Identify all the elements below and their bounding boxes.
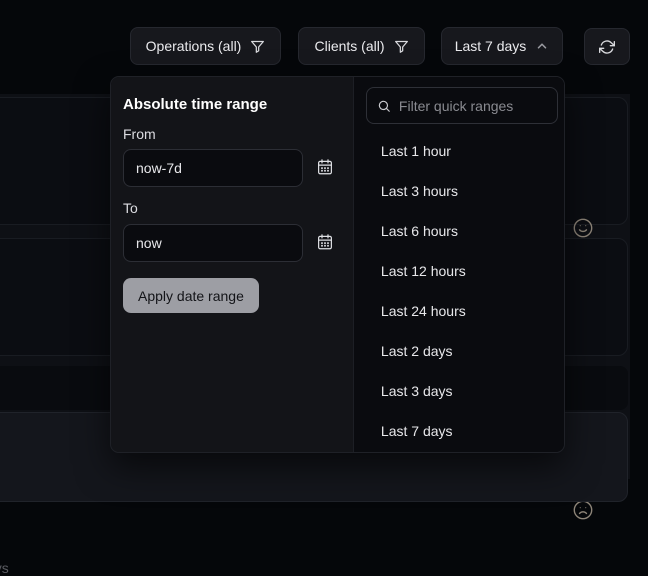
quick-ranges-search[interactable] xyxy=(366,87,558,124)
search-icon xyxy=(377,99,391,113)
chevron-up-icon xyxy=(535,39,549,53)
time-range-button[interactable]: Last 7 days xyxy=(441,27,563,65)
absolute-time-range-panel: Absolute time range From To xyxy=(111,77,353,452)
operations-filter-button[interactable]: Operations (all) xyxy=(130,27,281,65)
clients-filter-label: Clients (all) xyxy=(314,38,384,54)
quick-range-option[interactable]: Last 3 days xyxy=(354,371,565,411)
apply-date-range-button[interactable]: Apply date range xyxy=(123,278,259,313)
to-input[interactable] xyxy=(123,224,303,262)
refresh-icon xyxy=(599,39,615,55)
funnel-icon xyxy=(394,39,409,54)
quick-range-option[interactable]: Last 2 days xyxy=(354,331,565,371)
calendar-icon xyxy=(316,233,334,254)
quick-range-option[interactable]: Last 3 hours xyxy=(354,171,565,211)
to-calendar-button[interactable] xyxy=(313,231,337,255)
from-input[interactable] xyxy=(123,149,303,187)
quick-ranges-panel: Last 1 hour Last 3 hours Last 6 hours La… xyxy=(353,77,564,452)
from-calendar-button[interactable] xyxy=(313,156,337,180)
time-picker-dropdown: Absolute time range From To xyxy=(110,76,565,453)
quick-range-option[interactable]: Last 6 hours xyxy=(354,211,565,251)
quick-ranges-filter-input[interactable] xyxy=(399,98,547,114)
funnel-icon xyxy=(250,39,265,54)
quick-range-option[interactable]: Last 1 hour xyxy=(354,131,565,171)
absolute-time-range-title: Absolute time range xyxy=(123,96,267,113)
quick-range-option[interactable]: Last 12 hours xyxy=(354,251,565,291)
card-stat-text: ays xyxy=(0,560,9,576)
calendar-icon xyxy=(316,158,334,179)
from-label: From xyxy=(123,126,156,142)
frown-face-icon xyxy=(572,499,594,526)
refresh-button[interactable] xyxy=(584,28,630,65)
quick-range-option[interactable]: Last 7 days xyxy=(354,411,565,451)
operations-filter-label: Operations (all) xyxy=(146,38,242,54)
app-stage: ations in last 7 days ays Operations (al… xyxy=(0,0,648,479)
to-label: To xyxy=(123,200,138,216)
clients-filter-button[interactable]: Clients (all) xyxy=(298,27,425,65)
time-range-label: Last 7 days xyxy=(455,38,527,54)
quick-ranges-list: Last 1 hour Last 3 hours Last 6 hours La… xyxy=(354,131,565,451)
quick-range-option[interactable]: Last 24 hours xyxy=(354,291,565,331)
